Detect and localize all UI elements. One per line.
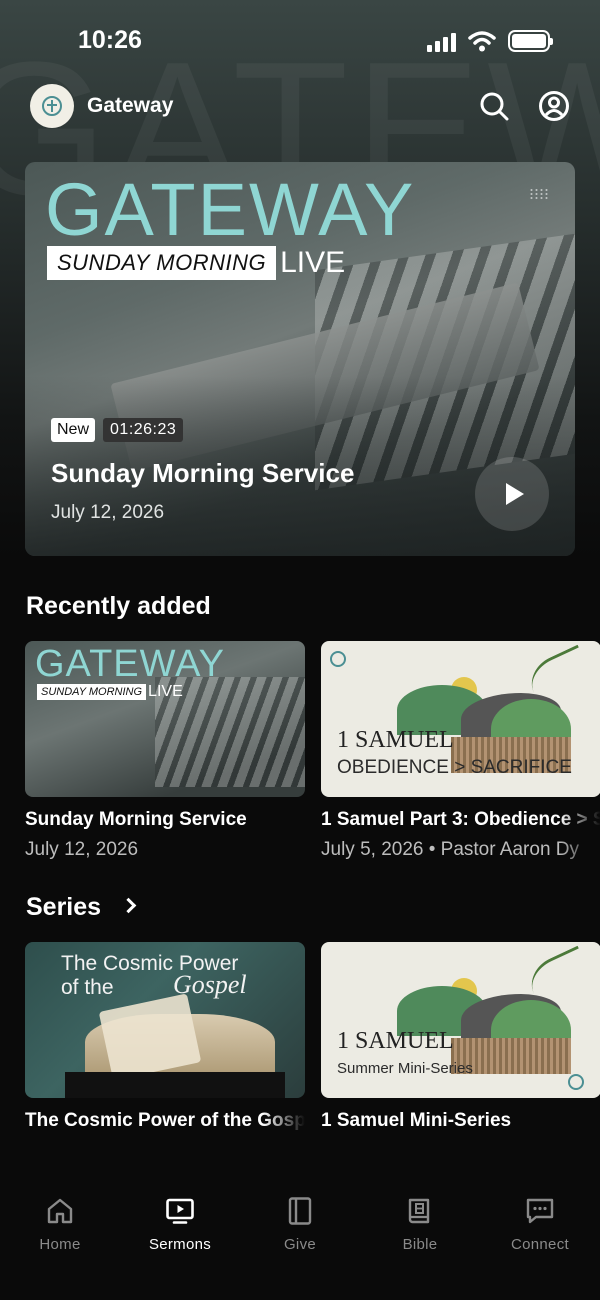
church-logo-icon xyxy=(568,1074,584,1090)
card-title: The Cosmic Power of the Gospel xyxy=(25,1110,305,1131)
thumb-subtitle: SUNDAY MORNING LIVE xyxy=(37,683,183,701)
app-title: Gateway xyxy=(87,94,174,117)
nav-label: Home xyxy=(39,1236,81,1253)
thumb-subtitle: Summer Mini-Series xyxy=(337,1060,473,1077)
recent-card-samuel[interactable]: 1 SAMUEL OBEDIENCE > SACRIFICE 1 Samuel … xyxy=(321,641,600,861)
status-bar: 10:26 xyxy=(0,0,600,80)
cellular-signal-icon xyxy=(427,32,456,52)
thumb-bible-base xyxy=(65,1072,285,1098)
play-button[interactable] xyxy=(475,457,549,531)
nav-connect[interactable]: Connect xyxy=(480,1170,600,1300)
card-title: 1 Samuel Mini-Series xyxy=(321,1110,512,1131)
thumb-subtitle: OBEDIENCE > SACRIFICE xyxy=(337,757,572,778)
tv-play-icon xyxy=(166,1198,194,1224)
hero-title: Sunday Morning Service xyxy=(51,458,355,488)
duration-badge: 01:26:23 xyxy=(103,418,184,442)
series-thumb-cosmic: The Cosmic Power of the Gospel xyxy=(25,942,305,1098)
wifi-icon xyxy=(468,31,496,52)
search-button[interactable] xyxy=(478,90,510,122)
series-card-cosmic[interactable]: The Cosmic Power of the Gospel The Cosmi… xyxy=(25,942,305,1132)
card-title: 1 Samuel Part 3: Obedience > Sacrifice xyxy=(321,809,600,830)
nav-home[interactable]: Home xyxy=(0,1170,120,1300)
search-icon xyxy=(480,92,509,121)
card-meta: July 12, 2026 xyxy=(25,839,139,860)
card-meta: July 5, 2026 • Pastor Aaron Dy xyxy=(321,839,580,860)
thumb-line-script: Gospel xyxy=(173,970,247,999)
hero-badges: New 01:26:23 xyxy=(51,418,184,442)
bottom-nav: Home Sermons Give Bible Connect xyxy=(0,1170,600,1300)
chat-bubble-icon xyxy=(526,1198,554,1224)
featured-sermon-card[interactable]: GATEWAY SUNDAY MORNING LIVE New 01:26:23… xyxy=(25,162,575,556)
nav-label: Sermons xyxy=(148,1236,212,1253)
recently-added-heading: Recently added xyxy=(26,592,211,620)
app-header: Gateway xyxy=(30,84,570,128)
hero-subtitle: SUNDAY MORNING LIVE xyxy=(47,246,345,280)
hero-subtitle-live: LIVE xyxy=(280,246,346,279)
church-logo-icon xyxy=(330,651,346,667)
church-logo-icon[interactable] xyxy=(30,84,74,128)
recent-thumb-sunday: GATEWAY SUNDAY MORNING LIVE xyxy=(25,641,305,797)
recent-card-sunday[interactable]: GATEWAY SUNDAY MORNING LIVE Sunday Morni… xyxy=(25,641,305,861)
recent-thumb-samuel: 1 SAMUEL OBEDIENCE > SACRIFICE xyxy=(321,641,600,797)
profile-button[interactable] xyxy=(538,90,570,122)
thumb-wordmark: GATEWAY xyxy=(35,643,225,685)
dots-grid-icon xyxy=(529,188,549,200)
hero-subtitle-box: SUNDAY MORNING xyxy=(47,246,277,280)
nav-label: Connect xyxy=(511,1236,569,1253)
nav-bible[interactable]: Bible xyxy=(360,1170,480,1300)
thumb-title: 1 SAMUEL xyxy=(337,727,454,753)
user-profile-icon xyxy=(539,91,569,121)
hero-date: July 12, 2026 xyxy=(51,502,165,523)
bible-icon xyxy=(408,1198,430,1224)
series-thumb-samuel: 1 SAMUEL Summer Mini-Series xyxy=(321,942,600,1098)
series-card-samuel[interactable]: 1 SAMUEL Summer Mini-Series 1 Samuel Min… xyxy=(321,942,600,1132)
nav-label: Bible xyxy=(402,1236,438,1253)
status-icons xyxy=(427,30,553,52)
header-actions xyxy=(478,90,570,122)
card-title: Sunday Morning Service xyxy=(25,809,247,830)
thumb-subtitle-box: SUNDAY MORNING xyxy=(37,684,147,700)
series-heading-label: Series xyxy=(26,893,102,921)
thumb-line: of the xyxy=(61,976,114,999)
battery-icon xyxy=(508,30,553,52)
home-icon xyxy=(47,1198,73,1224)
thumb-title: 1 SAMUEL xyxy=(337,1028,454,1054)
chevron-right-icon xyxy=(120,897,137,914)
new-badge: New xyxy=(51,418,96,442)
nav-label: Give xyxy=(283,1236,317,1253)
hero-wordmark: GATEWAY xyxy=(45,168,416,251)
status-time: 10:26 xyxy=(78,26,142,54)
nav-sermons[interactable]: Sermons xyxy=(120,1170,240,1300)
book-panel-icon xyxy=(288,1197,312,1225)
nav-give[interactable]: Give xyxy=(240,1170,360,1300)
thumb-subtitle-live: LIVE xyxy=(148,683,183,700)
series-heading[interactable]: Series xyxy=(26,893,137,922)
